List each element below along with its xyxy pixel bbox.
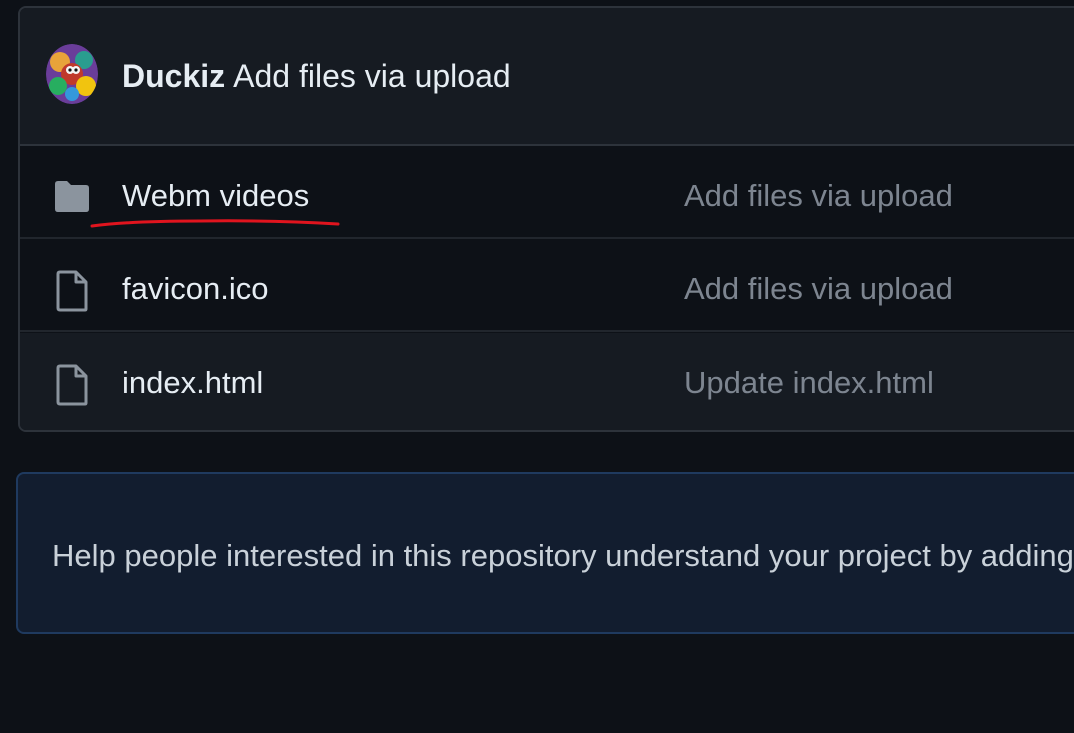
file-row-index-html[interactable]: index.html Update index.html [20, 333, 1074, 430]
add-readme-banner: Help people interested in this repositor… [16, 472, 1074, 634]
file-commit-message-link[interactable]: Add files via upload [684, 269, 953, 309]
commit-author-link[interactable]: Duckiz [122, 58, 225, 94]
file-commit-message-link[interactable]: Add files via upload [684, 176, 953, 216]
user-avatar-icon[interactable] [46, 44, 98, 104]
file-icon [52, 269, 92, 312]
red-underline-annotation [90, 219, 340, 228]
file-commit-message-link[interactable]: Update index.html [684, 363, 934, 403]
file-row-favicon[interactable]: favicon.ico Add files via upload [20, 239, 1074, 332]
latest-commit-header: Duckiz Add files via upload [20, 8, 1074, 146]
readme-prompt-text: Help people interested in this repositor… [52, 538, 1074, 573]
folder-icon [52, 176, 92, 216]
file-name-link[interactable]: Webm videos [122, 176, 309, 216]
latest-commit-text: Duckiz Add files via upload [122, 56, 511, 96]
commit-message-link[interactable]: Add files via upload [233, 58, 511, 94]
file-name-link[interactable]: favicon.ico [122, 269, 268, 309]
file-name-link[interactable]: index.html [122, 363, 263, 403]
file-icon [52, 363, 92, 406]
